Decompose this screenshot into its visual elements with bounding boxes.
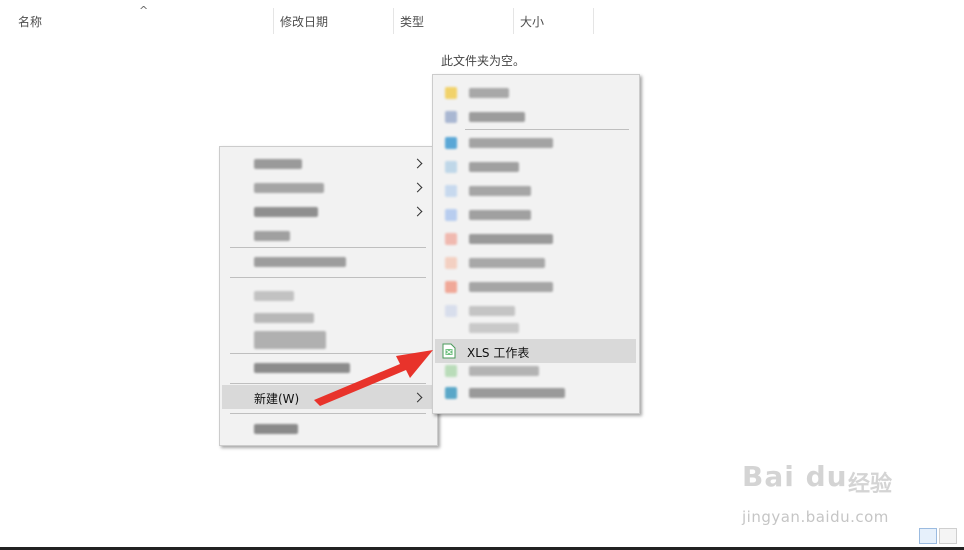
blurred-menu-item[interactable] — [469, 306, 515, 316]
file-type-icon — [445, 185, 457, 197]
xls-file-icon — [442, 343, 456, 359]
blurred-menu-item[interactable] — [254, 313, 314, 323]
column-size[interactable]: 大小 — [514, 8, 594, 36]
watermark-text: 经验 — [848, 472, 893, 497]
blurred-menu-item[interactable] — [469, 366, 539, 376]
column-header: ^ 名称 修改日期 类型 大小 — [0, 4, 964, 36]
blurred-menu-item[interactable] — [469, 162, 519, 172]
menu-item-new-label: 新建(W) — [254, 392, 300, 406]
menu-item-xls-label: XLS 工作表 — [467, 346, 530, 360]
blurred-menu-item[interactable] — [254, 231, 290, 241]
file-type-icon — [445, 257, 457, 269]
file-type-icon — [445, 137, 457, 149]
blurred-menu-item[interactable] — [469, 138, 553, 148]
blurred-menu-item[interactable] — [469, 210, 531, 220]
chevron-right-icon — [412, 158, 423, 169]
blurred-menu-item[interactable] — [469, 234, 553, 244]
menu-separator — [230, 277, 426, 278]
column-date[interactable]: 修改日期 — [274, 8, 394, 36]
blurred-menu-item[interactable] — [469, 323, 519, 333]
empty-folder-message: 此文件夹为空。 — [441, 54, 526, 68]
new-submenu: XLS 工作表 — [432, 74, 640, 414]
blurred-menu-item[interactable] — [254, 257, 346, 267]
blurred-menu-item[interactable] — [469, 88, 509, 98]
column-type[interactable]: 类型 — [394, 8, 512, 36]
blurred-menu-item[interactable] — [469, 112, 525, 122]
file-type-icon — [445, 233, 457, 245]
folder-icon — [445, 87, 457, 99]
blurred-menu-item[interactable] — [254, 159, 302, 169]
red-arrow-annotation — [314, 350, 433, 406]
file-type-icon — [445, 161, 457, 173]
file-type-icon — [445, 365, 457, 377]
column-divider[interactable] — [593, 8, 594, 34]
chevron-right-icon — [412, 206, 423, 217]
blurred-menu-item[interactable] — [254, 207, 318, 217]
watermark-url: jingyan.baidu.com — [742, 508, 889, 526]
blurred-menu-item[interactable] — [469, 186, 531, 196]
file-type-icon — [445, 305, 457, 317]
shortcut-icon — [445, 111, 457, 123]
details-view-icon[interactable] — [919, 528, 937, 544]
large-icons-view-icon[interactable] — [939, 528, 957, 544]
chevron-right-icon — [412, 182, 423, 193]
file-type-icon — [445, 209, 457, 221]
blurred-menu-item[interactable] — [254, 291, 294, 301]
file-type-icon — [445, 387, 457, 399]
blurred-menu-item[interactable] — [469, 282, 553, 292]
blurred-menu-item[interactable] — [254, 183, 324, 193]
menu-separator — [465, 129, 629, 130]
menu-item-xls-worksheet[interactable] — [435, 339, 636, 363]
file-type-icon — [445, 281, 457, 293]
blurred-menu-item[interactable] — [254, 424, 298, 434]
menu-separator — [230, 413, 426, 414]
menu-separator — [230, 247, 426, 248]
baidu-watermark: Bai du 经验 jingyan.baidu.com — [742, 448, 952, 528]
baidu-logo: Bai du — [742, 460, 848, 493]
blurred-menu-item[interactable] — [469, 388, 565, 398]
blurred-menu-item[interactable] — [469, 258, 545, 268]
column-name[interactable]: 名称 — [12, 8, 273, 36]
